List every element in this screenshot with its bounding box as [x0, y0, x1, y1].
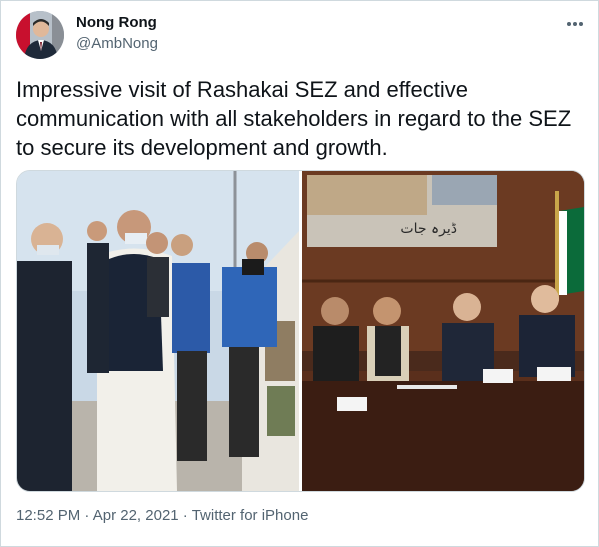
tweet-card: Nong Rong @AmbNong Impressive visit of R…	[0, 0, 599, 547]
avatar-photo	[16, 11, 64, 59]
poster-text: ڈیرہ جات	[400, 221, 457, 237]
avatar[interactable]	[16, 11, 64, 59]
tweet-media[interactable]: ڈیرہ جات	[16, 170, 585, 492]
media-photos: ڈیرہ جات	[17, 171, 584, 491]
author-handle[interactable]: @AmbNong	[76, 35, 158, 52]
tweet-header: Nong Rong @AmbNong	[16, 11, 586, 59]
tweet-source[interactable]: Twitter for iPhone	[192, 507, 309, 524]
meta-separator: ·	[178, 507, 192, 524]
tweet-meta: 12:52 PM · Apr 22, 2021 · Twitter for iP…	[16, 507, 308, 524]
more-icon[interactable]	[564, 15, 586, 33]
author-name[interactable]: Nong Rong	[76, 14, 157, 31]
tweet-date[interactable]: Apr 22, 2021	[93, 507, 179, 524]
tweet-time[interactable]: 12:52 PM	[16, 507, 80, 524]
photo-right[interactable]: ڈیرہ جات	[302, 171, 584, 491]
photo-left[interactable]	[17, 171, 299, 491]
meta-separator: ·	[80, 507, 93, 524]
tweet-text: Impressive visit of Rashakai SEZ and eff…	[16, 77, 572, 160]
